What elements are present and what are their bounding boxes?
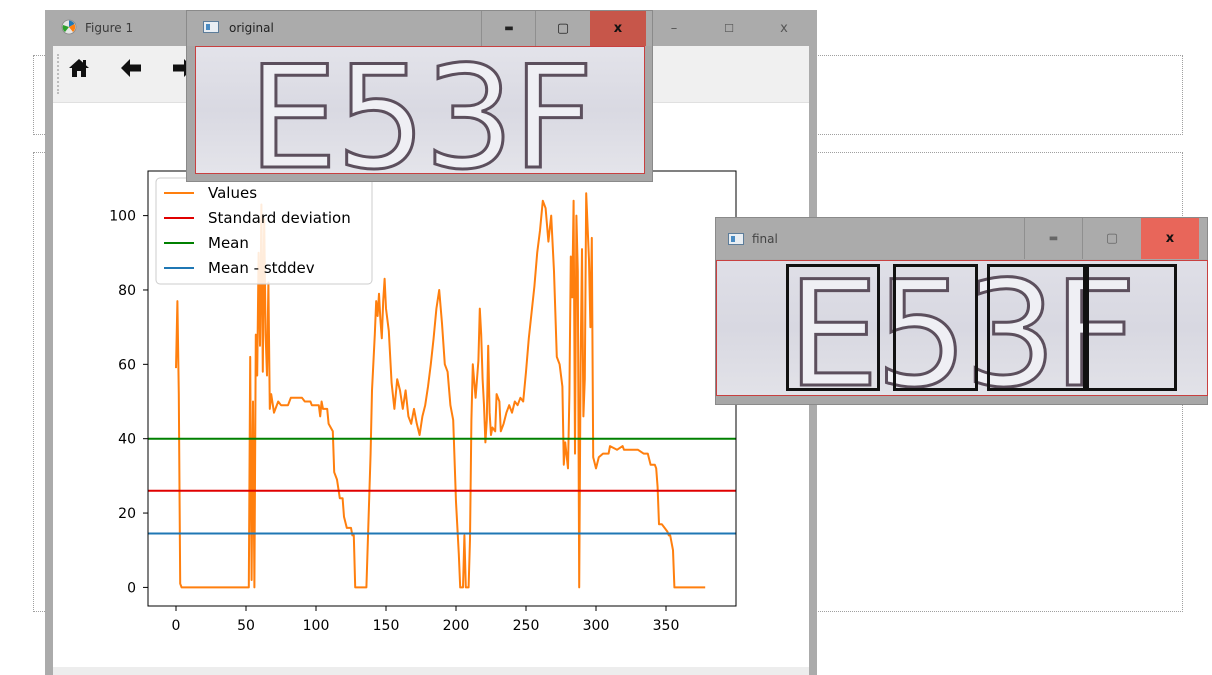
final-titlebar[interactable]: final ▬ ▢ x [716, 218, 1207, 259]
original-minimize-button[interactable]: ▬ [481, 11, 536, 46]
original-close-button[interactable]: x [590, 11, 646, 46]
original-image: E53F [195, 46, 645, 174]
final-close-button[interactable]: x [1141, 218, 1199, 259]
original-titlebar[interactable]: original ▬ ▢ x [187, 11, 652, 46]
final-minimize-button[interactable]: ▬ [1024, 218, 1082, 259]
original-window: original ▬ ▢ x E53F [186, 10, 653, 182]
figure-close-button[interactable]: x [762, 10, 806, 46]
window-app-icon [728, 233, 744, 245]
window-app-icon [203, 21, 219, 33]
final-window: final ▬ ▢ x E53F [715, 217, 1208, 405]
figure-minimize-button[interactable]: – [652, 10, 696, 46]
figure-title: Figure 1 [85, 21, 134, 35]
original-title: original [229, 21, 274, 35]
final-maximize-button[interactable]: ▢ [1082, 218, 1141, 259]
figure-maximize-button[interactable]: ☐ [707, 10, 751, 46]
original-plate-text: E53F [248, 47, 592, 173]
toolbar-grip [57, 54, 61, 94]
character-bounding-box [1086, 264, 1177, 391]
figure-bottom-strip [53, 667, 809, 675]
final-title: final [752, 232, 778, 246]
home-icon[interactable] [65, 54, 93, 82]
matplotlib-logo-icon [61, 19, 77, 35]
final-image: E53F [716, 260, 1208, 396]
character-bounding-box [893, 264, 978, 391]
character-bounding-box [786, 264, 880, 391]
character-bounding-box [987, 264, 1086, 391]
original-maximize-button[interactable]: ▢ [535, 11, 590, 46]
back-arrow-icon[interactable] [117, 54, 145, 82]
